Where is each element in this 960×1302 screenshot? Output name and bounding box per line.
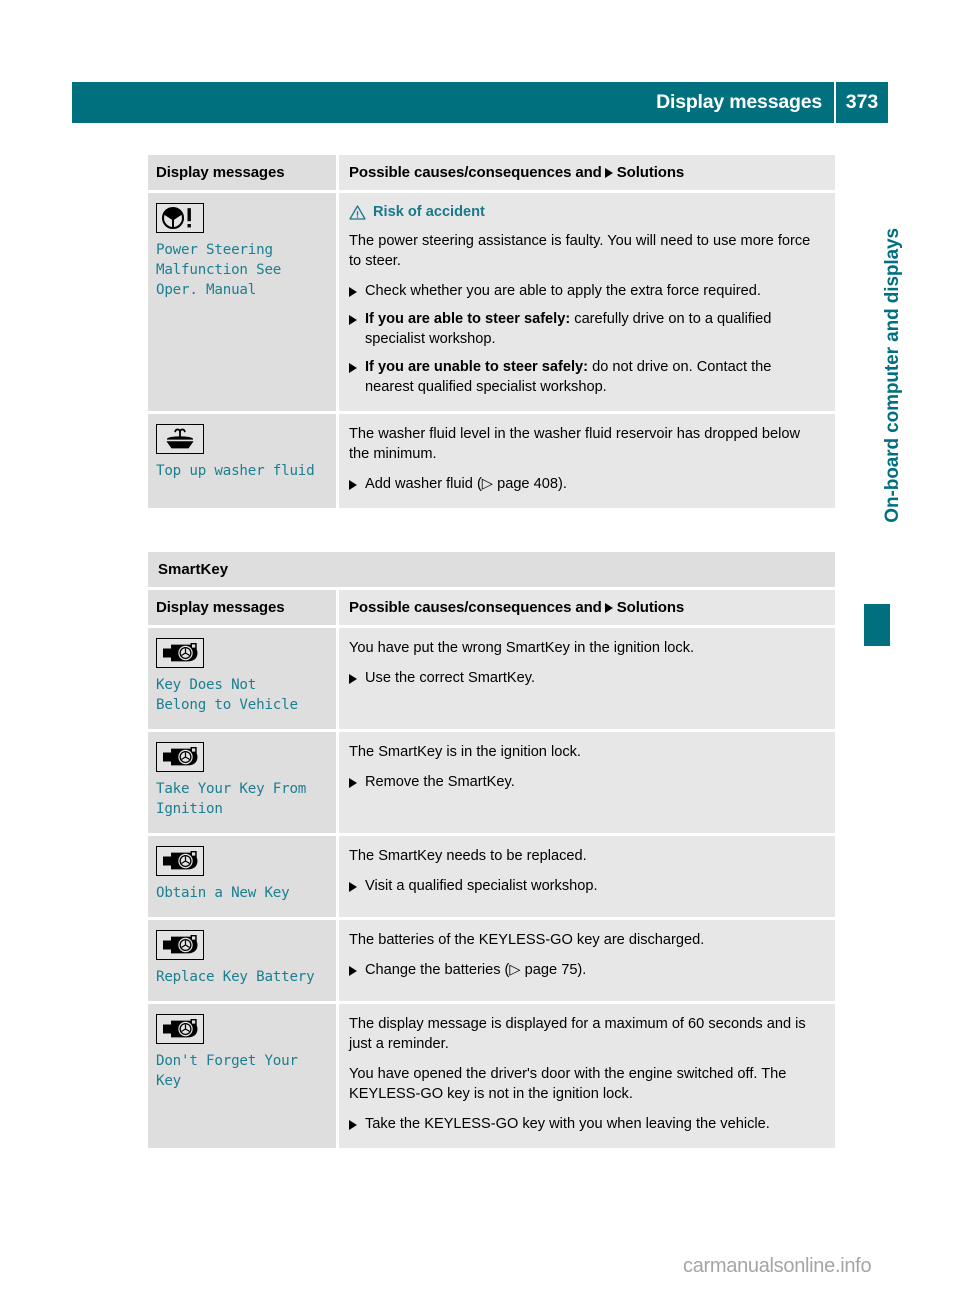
table-header-row: Display messages Possible causes/conseque… [148,155,835,190]
solution-step: If you are unable to steer safely: do no… [349,357,823,397]
column-header-solutions: Possible causes/consequences and Solution… [339,155,835,190]
solution-step-text: If you are able to steer safely: careful… [365,311,772,347]
table-header-row: Display messages Possible causes/conseque… [148,590,835,625]
cause-paragraph: The power steering assistance is faulty.… [349,233,811,269]
solution-step: Use the correct SmartKey. [349,668,823,688]
table-row: Take Your Key From Ignition The SmartKey … [148,732,835,833]
smartkey-icon [156,638,204,668]
solution-step-text: Take the KEYLESS-GO key with you when le… [365,1116,770,1132]
solution-step-text: Remove the SmartKey. [365,774,515,790]
causes-solutions-cell: The washer fluid level in the washer flu… [339,414,835,508]
chapter-tab-marker [864,604,890,646]
step-triangle-icon [349,315,357,325]
solution-step: If you are able to steer safely: careful… [349,309,823,349]
column-header-solutions-suffix: Solutions [616,164,685,181]
smartkey-icon [156,930,204,960]
solution-step-text: Check whether you are able to apply the … [365,283,761,299]
display-message-text: Take Your Key From Ignition [156,781,307,817]
section-band-smartkey: SmartKey [148,552,835,587]
display-message-text: Replace Key Battery [156,969,315,985]
solution-step-text: If you are unable to steer safely: do no… [365,359,772,395]
smartkey-icon [156,1014,204,1044]
warning-heading: Risk of accident [349,204,823,220]
column-header-display-messages: Display messages [148,590,336,625]
page-title: Display messages [656,91,822,113]
page-number: 373 [845,91,879,113]
warning-heading-text: Risk of accident [373,204,485,220]
causes-solutions-cell: The display message is displayed for a m… [339,1004,835,1148]
solution-step: Check whether you are able to apply the … [349,281,823,301]
table-row: Don't Forget Your Key The display message… [148,1004,835,1148]
causes-solutions-cell: The batteries of the KEYLESS-GO key are … [339,920,835,1001]
tables-host: Display messages Possible causes/conseque… [148,155,835,1148]
message-cell: Key Does Not Belong to Vehicle [148,628,336,729]
cause-paragraph: The SmartKey needs to be replaced. [349,848,587,864]
solution-step-text: Visit a qualified specialist workshop. [365,878,598,894]
solution-step-text: Change the batteries (▷ page 75). [365,962,587,978]
cause-paragraph: You have opened the driver's door with t… [349,1066,787,1102]
solution-triangle-icon [604,168,613,178]
message-cell: Don't Forget Your Key [148,1004,336,1148]
message-cell: Replace Key Battery [148,920,336,1001]
solution-step-text: Add washer fluid (▷ page 408). [365,476,567,492]
cause-paragraph: You have put the wrong SmartKey in the i… [349,640,695,656]
table-row: Key Does Not Belong to Vehicle You have p… [148,628,835,729]
table-general: Display messages Possible causes/conseque… [148,155,835,508]
message-cell: Take Your Key From Ignition [148,732,336,833]
solution-step: Visit a qualified specialist workshop. [349,876,823,896]
table-smartkey: Display messages Possible causes/conseque… [148,590,835,1148]
watermark: carmanualsonline.info [683,1255,872,1277]
step-triangle-icon [349,480,357,490]
cause-paragraph: The SmartKey is in the ignition lock. [349,744,581,760]
cause-paragraph: The washer fluid level in the washer flu… [349,426,801,462]
step-triangle-icon [349,882,357,892]
display-message-text: Key Does Not Belong to Vehicle [156,677,298,713]
table-row: Replace Key Battery The batteries of the … [148,920,835,1001]
step-triangle-icon [349,674,357,684]
causes-solutions-cell: Risk of accident The power steering assis… [339,193,835,411]
smartkey-icon [156,742,204,772]
column-header-solutions-prefix: Possible causes/consequences and [349,164,602,181]
table-row: Obtain a New Key The SmartKey needs to be… [148,836,835,917]
solution-step: Remove the SmartKey. [349,772,823,792]
solution-step: Take the KEYLESS-GO key with you when le… [349,1114,823,1134]
step-triangle-icon [349,287,357,297]
solution-triangle-icon [604,603,613,613]
causes-solutions-cell: You have put the wrong SmartKey in the i… [339,628,835,729]
steering-wheel-warning-icon [156,203,204,233]
causes-solutions-cell: The SmartKey is in the ignition lock. Rem… [339,732,835,833]
cause-paragraph: The batteries of the KEYLESS-GO key are … [349,932,705,948]
column-header-solutions: Possible causes/consequences and Solution… [339,590,835,625]
display-message-text: Obtain a New Key [156,885,290,901]
column-header-solutions-prefix: Possible causes/consequences and [349,599,602,616]
message-cell: Obtain a New Key [148,836,336,917]
column-header-display-messages: Display messages [148,155,336,190]
solution-step: Add washer fluid (▷ page 408). [349,474,823,494]
step-triangle-icon [349,363,357,373]
smartkey-icon [156,846,204,876]
solution-step-emphasis: If you are able to steer safely: [365,311,571,327]
message-cell: Top up washer fluid [148,414,336,508]
step-triangle-icon [349,966,357,976]
chapter-title-vertical: On-board computer and displays [882,228,903,523]
message-cell: Power Steering Malfunction See Oper. Man… [148,193,336,411]
causes-solutions-cell: The SmartKey needs to be replaced. Visit … [339,836,835,917]
warning-triangle-icon [349,204,366,220]
page-content: Display messages Possible causes/conseque… [148,155,835,1148]
solution-step: Change the batteries (▷ page 75). [349,960,823,980]
washer-fluid-icon [156,424,204,454]
display-message-text: Top up washer fluid [156,463,315,479]
cause-paragraph: The display message is displayed for a m… [349,1016,806,1052]
step-triangle-icon [349,1120,357,1130]
table-row: Top up washer fluid The washer fluid leve… [148,414,835,508]
column-header-solutions-suffix: Solutions [616,599,685,616]
solution-step-text: Use the correct SmartKey. [365,670,536,686]
solution-step-emphasis: If you are unable to steer safely: [365,359,589,375]
step-triangle-icon [349,778,357,788]
table-row: Power Steering Malfunction See Oper. Man… [148,193,835,411]
page-header-bar: Display messages 373 [72,82,888,123]
display-message-text: Don't Forget Your Key [156,1053,298,1089]
display-message-text: Power Steering Malfunction See Oper. Man… [156,242,282,298]
